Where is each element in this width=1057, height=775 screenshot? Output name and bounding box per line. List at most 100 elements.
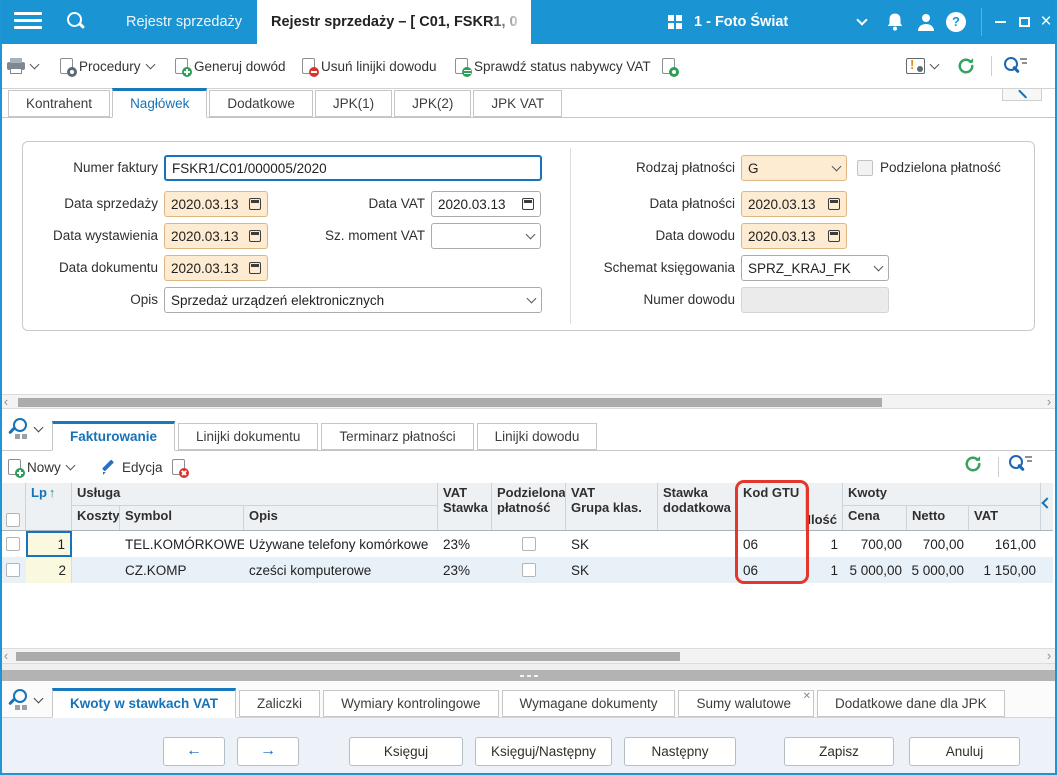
calendar-icon[interactable] bbox=[249, 230, 261, 242]
table-row[interactable]: 2 CZ.KOMP cześci komputerowe 23% SK 06 1… bbox=[0, 557, 1053, 583]
cell-dodatkowa[interactable] bbox=[658, 557, 738, 583]
tab-naglowek[interactable]: Nagłówek bbox=[112, 88, 208, 118]
col-podzielona-platnosc[interactable]: Podzielona płatność bbox=[492, 483, 566, 530]
cell-opis[interactable]: Używane telefony komórkowe bbox=[244, 531, 438, 557]
tab-wymiary-kontrolingowe[interactable]: Wymiary kontrolingowe bbox=[323, 690, 499, 717]
minimize-button[interactable] bbox=[988, 0, 1012, 44]
panel-splitter-handle[interactable] bbox=[0, 670, 1057, 681]
procedury-button[interactable]: Procedury bbox=[60, 44, 155, 88]
form-horizontal-scrollbar[interactable]: ‹ › bbox=[0, 394, 1057, 409]
col-ilosc[interactable]: Ilość bbox=[806, 483, 843, 530]
cell-stawka[interactable]: 23% bbox=[438, 557, 492, 583]
cell-grupa[interactable]: SK bbox=[566, 557, 658, 583]
grid-refresh-button[interactable] bbox=[963, 448, 983, 480]
tab-kwoty-w-stawkach-vat[interactable]: Kwoty w stawkach VAT bbox=[52, 688, 237, 718]
generuj-dowod-button[interactable]: Generuj dowód bbox=[175, 44, 286, 88]
search-records-button[interactable] bbox=[1003, 44, 1027, 88]
col-vat-grupa[interactable]: VAT Grupa klas. bbox=[566, 483, 658, 530]
tab-jpk1[interactable]: JPK(1) bbox=[314, 90, 393, 117]
collapse-panel-handle[interactable] bbox=[1002, 89, 1042, 101]
cell-ilosc[interactable]: 1 bbox=[806, 557, 843, 583]
row-checkbox[interactable] bbox=[6, 563, 20, 577]
col-koszty[interactable]: Koszty bbox=[72, 506, 120, 530]
calendar-icon[interactable] bbox=[249, 198, 261, 210]
edycja-button[interactable]: Edycja bbox=[100, 451, 163, 483]
nowy-button[interactable]: Nowy bbox=[8, 451, 76, 483]
data-sprzedazy-field[interactable]: 2020.03.13 bbox=[164, 191, 268, 217]
prev-record-button[interactable]: ← bbox=[163, 737, 225, 766]
data-platnosci-field[interactable]: 2020.03.13 bbox=[741, 191, 847, 217]
zapisz-button[interactable]: Zapisz bbox=[784, 737, 894, 766]
hamburger-menu-icon[interactable] bbox=[14, 12, 42, 32]
podzielona-cell-checkbox[interactable] bbox=[522, 563, 536, 577]
col-symbol[interactable]: Symbol bbox=[120, 506, 244, 530]
notifications-bell-icon[interactable] bbox=[886, 12, 904, 37]
data-vat-field[interactable]: 2020.03.13 bbox=[431, 191, 541, 217]
cell-symbol[interactable]: CZ.KOMP bbox=[120, 557, 244, 583]
tab-linijki-dowodu[interactable]: Linijki dowodu bbox=[476, 423, 598, 450]
tab-jpk2[interactable]: JPK(2) bbox=[394, 90, 472, 117]
cell-netto[interactable]: 700,00 bbox=[907, 531, 969, 557]
close-tab-icon[interactable]: ✕ bbox=[803, 692, 811, 702]
tab-wymagane-dokumenty[interactable]: Wymagane dokumenty bbox=[501, 690, 676, 717]
ksieguj-nastepny-button[interactable]: Księguj/Następny bbox=[475, 737, 612, 766]
help-icon[interactable]: ? bbox=[946, 12, 966, 32]
table-row[interactable]: 1 TEL.KOMÓRKOWE Używane telefony komórko… bbox=[0, 531, 1053, 557]
calendar-icon[interactable] bbox=[828, 230, 840, 242]
row-checkbox[interactable] bbox=[6, 537, 20, 551]
rodzaj-platnosci-select[interactable]: G bbox=[741, 155, 847, 181]
next-record-button[interactable]: → bbox=[237, 737, 299, 766]
col-usluga-group[interactable]: Usługa bbox=[72, 483, 438, 506]
col-opis[interactable]: Opis bbox=[244, 506, 438, 530]
cell-koszty[interactable] bbox=[72, 531, 120, 557]
cell-grupa[interactable]: SK bbox=[566, 531, 658, 557]
scroll-right-arrow[interactable]: › bbox=[1043, 649, 1055, 662]
log-alert-button[interactable] bbox=[906, 44, 940, 88]
cell-dodatkowa[interactable] bbox=[658, 531, 738, 557]
data-dowodu-field[interactable]: 2020.03.13 bbox=[741, 223, 847, 249]
cell-netto[interactable]: 5 000,00 bbox=[907, 557, 969, 583]
document-settings-button[interactable] bbox=[662, 44, 679, 88]
tab-terminarz-platnosci[interactable]: Terminarz płatności bbox=[321, 423, 474, 450]
user-profile-icon[interactable] bbox=[916, 12, 936, 37]
usun-button[interactable] bbox=[172, 451, 189, 483]
opis-select[interactable]: Sprzedaż urządzeń elektronicznych bbox=[164, 287, 542, 313]
company-selector-label[interactable]: 1 - Foto Świat bbox=[694, 0, 788, 44]
cell-stawka[interactable]: 23% bbox=[438, 531, 492, 557]
col-vat-kwota[interactable]: VAT bbox=[969, 506, 1041, 530]
search-icon[interactable] bbox=[66, 11, 88, 33]
grid-search-button[interactable] bbox=[1008, 448, 1032, 480]
nastepny-button[interactable]: Następny bbox=[624, 737, 736, 766]
col-kod-gtu[interactable]: Kod GTU bbox=[738, 483, 806, 530]
scroll-left-arrow[interactable]: ‹ bbox=[0, 395, 12, 408]
cell-lp[interactable]: 2 bbox=[26, 557, 72, 583]
tab-dodatkowe-dane-jpk[interactable]: Dodatkowe dane dla JPK bbox=[817, 690, 1005, 717]
usun-linijki-button[interactable]: Usuń linijki dowodu bbox=[302, 44, 437, 88]
podzielona-cell-checkbox[interactable] bbox=[522, 537, 536, 551]
cell-lp[interactable]: 1 bbox=[26, 531, 72, 557]
cell-kod-gtu[interactable]: 06 bbox=[738, 557, 806, 583]
maximize-button[interactable] bbox=[1012, 0, 1036, 44]
grid-view-options[interactable] bbox=[7, 689, 44, 711]
tab-dodatkowe[interactable]: Dodatkowe bbox=[209, 90, 313, 117]
col-vat-stawka[interactable]: VAT Stawka bbox=[438, 483, 492, 530]
nav-tab-rejestr-sprzedazy[interactable]: Rejestr sprzedaży bbox=[104, 0, 264, 44]
tab-sumy-walutowe[interactable]: Sumy walutowe ✕ bbox=[678, 690, 814, 717]
scroll-left-arrow[interactable]: ‹ bbox=[0, 649, 12, 662]
cell-cena[interactable]: 5 000,00 bbox=[843, 557, 907, 583]
apps-grid-icon[interactable] bbox=[668, 15, 682, 29]
podzielona-platnosc-checkbox[interactable] bbox=[857, 160, 873, 176]
tab-fakturowanie[interactable]: Fakturowanie bbox=[52, 421, 176, 451]
company-chevron-down-icon[interactable] bbox=[856, 14, 868, 26]
sz-moment-vat-select[interactable] bbox=[431, 223, 541, 249]
select-all-checkbox[interactable] bbox=[5, 513, 20, 527]
data-wystawienia-field[interactable]: 2020.03.13 bbox=[164, 223, 268, 249]
sprawdz-status-vat-button[interactable]: Sprawdź status nabywcy VAT bbox=[455, 44, 651, 88]
cell-koszty[interactable] bbox=[72, 557, 120, 583]
tab-linijki-dokumentu[interactable]: Linijki dokumentu bbox=[178, 423, 319, 450]
grid-view-options[interactable] bbox=[7, 418, 44, 440]
schemat-ksiegowania-select[interactable]: SPRZ_KRAJ_FK bbox=[741, 255, 889, 281]
numer-faktury-input[interactable] bbox=[164, 155, 542, 181]
refresh-button[interactable] bbox=[956, 44, 976, 88]
document-tab-active[interactable]: Rejestr sprzedaży – [ C01, FSKR1, 0 bbox=[257, 0, 531, 44]
